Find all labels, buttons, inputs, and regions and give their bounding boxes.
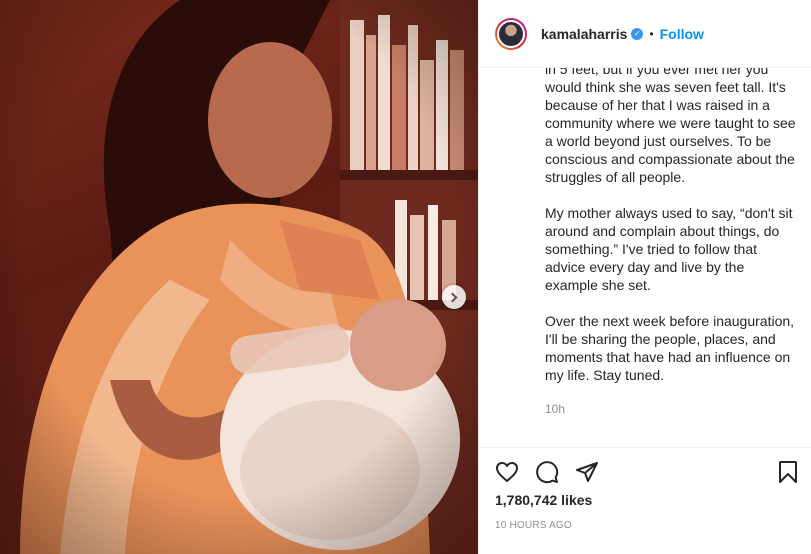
post-photo[interactable] bbox=[0, 0, 478, 554]
caption-paragraph: My mother always used to say, “don't sit… bbox=[545, 205, 793, 293]
chevron-right-icon bbox=[447, 292, 458, 302]
follow-button[interactable]: Follow bbox=[660, 26, 704, 42]
separator-dot: • bbox=[649, 26, 654, 41]
heart-icon[interactable] bbox=[495, 460, 519, 484]
caption-paragraph: in 5 feet, but if you ever met her you w… bbox=[545, 68, 796, 185]
instagram-post: kamalaharris ✓ • Follow in 5 feet, but i… bbox=[0, 0, 811, 554]
bookmark-icon[interactable] bbox=[776, 460, 800, 484]
action-bar bbox=[479, 448, 811, 496]
post-timestamp[interactable]: 10 HOURS AGO bbox=[479, 520, 811, 531]
post-footer: 1,780,742 likes 10 HOURS AGO bbox=[479, 447, 811, 554]
caption-text: in 5 feet, but if you ever met her you w… bbox=[545, 68, 796, 418]
post-side-panel: kamalaharris ✓ • Follow in 5 feet, but i… bbox=[478, 0, 811, 554]
username-link[interactable]: kamalaharris bbox=[541, 26, 627, 42]
caption-paragraph: Over the next week before inauguration, … bbox=[545, 313, 795, 383]
avatar[interactable] bbox=[495, 17, 527, 50]
next-photo-button[interactable] bbox=[442, 285, 466, 309]
likes-count[interactable]: 1,780,742 likes bbox=[479, 492, 811, 508]
verified-badge-icon: ✓ bbox=[631, 27, 644, 40]
photo-illustration bbox=[0, 0, 478, 554]
caption-scroll-area[interactable]: in 5 feet, but if you ever met her you w… bbox=[479, 68, 811, 448]
post-header: kamalaharris ✓ • Follow bbox=[479, 0, 811, 68]
caption-time[interactable]: 10h bbox=[545, 400, 796, 418]
paper-plane-icon[interactable] bbox=[575, 460, 599, 484]
comment-icon[interactable] bbox=[535, 460, 559, 484]
